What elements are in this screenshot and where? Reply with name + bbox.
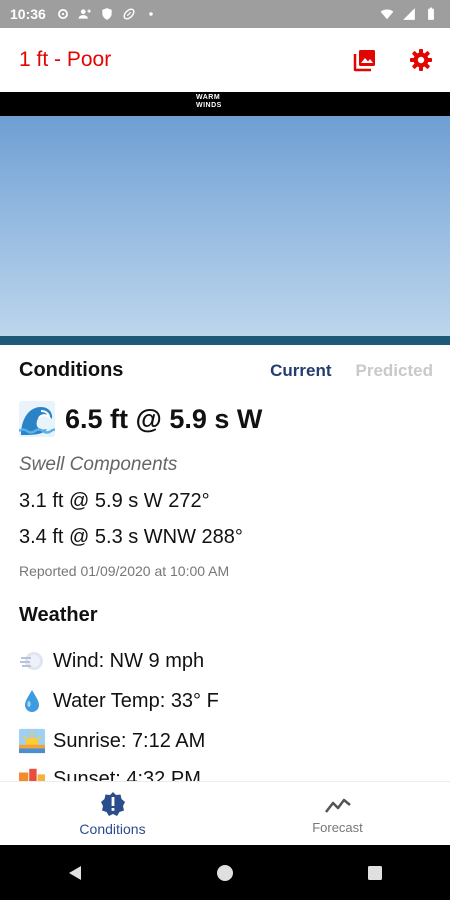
nav-conditions-label: Conditions (79, 821, 146, 837)
sunrise-text: Sunrise: 7:12 AM (53, 729, 206, 752)
reported-timestamp: Reported 01/09/2020 at 10:00 AM (19, 563, 230, 579)
status-bar: 10:36 (0, 0, 450, 28)
weather-title: Weather (19, 604, 98, 626)
battery-icon (428, 7, 434, 20)
alert-badge-icon (100, 792, 125, 816)
bottom-navigation: Conditions Forecast (0, 781, 450, 846)
person-add-icon (78, 9, 91, 19)
signal-icon (403, 8, 415, 20)
system-home-button[interactable] (205, 853, 245, 893)
wave-icon (19, 401, 55, 437)
gear-icon (410, 49, 432, 71)
trend-chart-icon (324, 798, 351, 813)
wind-icon (19, 648, 45, 674)
system-recents-button[interactable] (355, 853, 395, 893)
wave-headline: 6.5 ft @ 5.9 s W (19, 401, 262, 437)
conditions-tabs: Current Predicted (270, 361, 433, 381)
wave-height-period-direction: 6.5 ft @ 5.9 s W (65, 403, 263, 434)
sunset-text: Sunset: 4:32 PM (53, 767, 201, 782)
gallery-button[interactable] (352, 47, 378, 73)
camera-sky (0, 116, 450, 336)
system-back-button[interactable] (55, 853, 95, 893)
status-time: 10:36 (10, 6, 46, 22)
conditions-title: Conditions (19, 359, 124, 381)
weather-water-temp-row: Water Temp: 33° F (19, 688, 219, 714)
app-bar-actions (352, 47, 434, 73)
home-icon (217, 864, 233, 881)
back-icon (69, 865, 81, 880)
app-title: 1 ft - Poor (19, 48, 112, 71)
status-left-icons (56, 7, 158, 21)
app-bar: 1 ft - Poor (0, 28, 450, 92)
swell-components-label: Swell Components (19, 454, 178, 475)
camera-logo: WARM WINDS (196, 94, 222, 109)
tab-predicted[interactable]: Predicted (356, 361, 433, 381)
gallery-icon (353, 50, 375, 72)
water-temp-text: Water Temp: 33° F (53, 689, 219, 712)
status-right-icons (380, 7, 438, 21)
settings-icon (57, 9, 68, 19)
recents-icon (368, 865, 382, 880)
wifi-icon (380, 9, 394, 20)
nav-conditions[interactable]: Conditions (0, 782, 225, 846)
weather-wind-row: Wind: NW 9 mph (19, 648, 204, 674)
camera-sea (0, 336, 450, 345)
dot-icon (149, 12, 153, 16)
swell-component-2: 3.4 ft @ 5.3 s WNW 288° (19, 526, 243, 548)
surf-camera-image[interactable]: WARM WINDS (0, 92, 450, 345)
weather-sunrise-row: Sunrise: 7:12 AM (19, 728, 205, 754)
system-navigation-bar (0, 845, 450, 900)
football-icon (123, 8, 135, 20)
nav-forecast-label: Forecast (312, 819, 363, 835)
conditions-content[interactable]: Conditions Current Predicted 6.5 ft @ 5.… (0, 345, 450, 781)
sunrise-icon (19, 728, 45, 754)
conditions-header: Conditions Current Predicted (19, 359, 433, 382)
swell-component-1: 3.1 ft @ 5.9 s W 272° (19, 490, 210, 512)
nav-forecast[interactable]: Forecast (225, 782, 450, 846)
sunset-icon (19, 766, 45, 781)
wind-text: Wind: NW 9 mph (53, 649, 205, 672)
shield-icon (102, 8, 112, 20)
water-drop-icon (19, 688, 45, 714)
settings-button[interactable] (408, 47, 434, 73)
camera-header-bar: WARM WINDS (0, 92, 450, 116)
weather-sunset-row: Sunset: 4:32 PM (19, 766, 201, 781)
tab-current[interactable]: Current (270, 361, 331, 381)
